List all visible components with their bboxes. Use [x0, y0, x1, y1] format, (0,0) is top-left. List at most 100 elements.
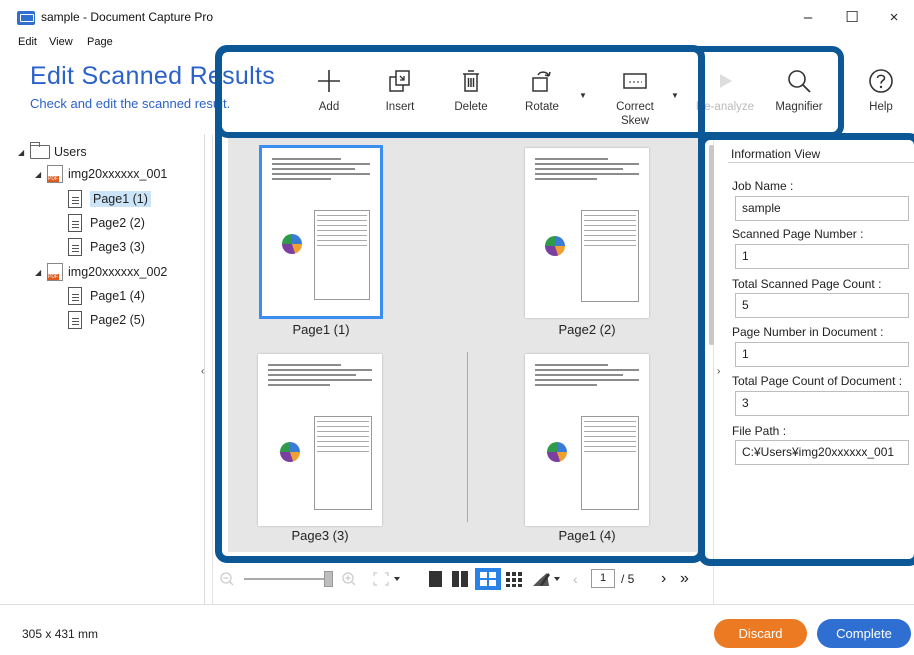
tree-page-item[interactable]: Page1 (4) — [68, 286, 145, 306]
left-splitter[interactable] — [212, 134, 213, 604]
page-number-in-document-field[interactable]: 1 — [735, 342, 909, 367]
document-tree: ◢ Users ◢ img20xxxxxx_001 Page1 (1) Page… — [0, 134, 205, 604]
total-page-count-label: Total Page Count of Document : — [732, 374, 903, 388]
help-label: Help — [869, 101, 893, 113]
tree-doc-2[interactable]: ◢ img20xxxxxx_002 — [35, 262, 167, 282]
collapse-right-icon[interactable]: › — [717, 366, 720, 377]
delete-button[interactable]: Delete — [449, 62, 493, 114]
thumbnail-scrollbar[interactable] — [709, 145, 714, 345]
page-preview — [259, 145, 383, 319]
tree-page-item[interactable]: Page2 (2) — [68, 213, 145, 233]
thumbnail-page[interactable]: Page1 (4) — [525, 354, 649, 543]
page-total-label: / 5 — [621, 572, 635, 586]
file-path-label: File Path : — [732, 424, 787, 438]
zoom-slider-handle[interactable] — [324, 571, 333, 587]
two-page-view-icon[interactable] — [451, 570, 469, 588]
discard-button[interactable]: Discard — [714, 619, 807, 648]
pdf-icon — [47, 165, 63, 183]
last-page-icon[interactable]: » — [680, 570, 689, 588]
single-page-view-icon[interactable] — [429, 571, 442, 587]
rotate-label: Rotate — [525, 101, 559, 113]
job-name-label: Job Name : — [732, 179, 794, 193]
previous-page-icon[interactable]: ‹ — [573, 570, 578, 588]
thumbnail-caption: Page2 (2) — [558, 322, 616, 337]
zoom-slider-track[interactable] — [244, 578, 324, 580]
skew-icon — [612, 62, 658, 100]
fit-page-icon[interactable] — [372, 570, 400, 588]
grid-view-icon[interactable] — [475, 568, 501, 590]
rotate-icon — [520, 62, 564, 100]
complete-button[interactable]: Complete — [817, 619, 911, 648]
magnifier-button[interactable]: Magnifier — [771, 62, 827, 114]
thumbnail-divider — [467, 352, 468, 522]
pie-chart-icon — [547, 442, 567, 462]
magnifier-icon — [771, 62, 827, 100]
plus-icon — [308, 62, 350, 100]
insert-icon — [378, 62, 422, 100]
collapse-icon[interactable]: ◢ — [35, 268, 47, 277]
collapse-icon[interactable]: ◢ — [35, 170, 47, 179]
status-divider — [0, 604, 914, 605]
maximize-button[interactable]: ☐ — [832, 4, 872, 32]
folder-icon — [30, 142, 50, 159]
thumbnail-page[interactable]: Page1 (1) — [259, 145, 383, 337]
play-icon — [694, 62, 756, 100]
scanned-page-number-field[interactable]: 1 — [735, 244, 909, 269]
page-preview — [525, 354, 649, 526]
total-page-count-field[interactable]: 3 — [735, 391, 909, 416]
window-title: sample - Document Capture Pro — [41, 10, 214, 24]
zoom-in-icon[interactable] — [341, 570, 357, 588]
trash-icon — [449, 62, 493, 100]
page-icon — [68, 214, 82, 232]
rotate-dropdown-caret[interactable]: ▼ — [579, 91, 587, 100]
menu-page[interactable]: Page — [87, 36, 113, 48]
zoom-out-icon[interactable] — [219, 570, 235, 588]
thumbnail-page[interactable]: Page3 (3) — [258, 354, 382, 543]
edit-mark-icon[interactable] — [532, 570, 568, 588]
correct-skew-button[interactable]: Correct Skew — [612, 62, 658, 128]
minimize-button[interactable]: – — [788, 4, 828, 32]
scanned-page-number-label: Scanned Page Number : — [732, 227, 864, 241]
job-name-field[interactable]: sample — [735, 196, 909, 221]
tree-page-item[interactable]: Page2 (5) — [68, 310, 145, 330]
page-title: Edit Scanned Results — [30, 62, 276, 90]
pdf-icon — [47, 263, 63, 281]
page-icon — [68, 287, 82, 305]
multi-grid-view-icon[interactable] — [505, 570, 523, 588]
next-page-icon[interactable]: › — [661, 570, 666, 588]
skew-dropdown-caret[interactable]: ▼ — [671, 91, 679, 100]
page-number-in-document-label: Page Number in Document : — [732, 325, 884, 339]
total-scanned-count-field[interactable]: 5 — [735, 293, 909, 318]
menu-edit[interactable]: Edit — [18, 36, 37, 48]
page-preview — [258, 354, 382, 526]
page-subtitle: Check and edit the scanned result. — [30, 96, 231, 111]
thumbnail-caption: Page1 (4) — [558, 528, 616, 543]
close-button[interactable]: × — [874, 4, 914, 32]
magnifier-label: Magnifier — [775, 101, 823, 113]
insert-button[interactable]: Insert — [378, 62, 422, 114]
app-icon — [17, 11, 35, 25]
page-preview — [525, 148, 649, 318]
tree-doc-1[interactable]: ◢ img20xxxxxx_001 — [35, 164, 167, 184]
file-path-field[interactable]: C:¥Users¥img20xxxxxx_001 — [735, 440, 909, 465]
collapse-left-icon[interactable]: ‹ — [201, 366, 204, 377]
pie-chart-icon — [545, 236, 565, 256]
help-icon — [862, 62, 900, 100]
reanalyze-label: Re-analyze — [695, 101, 755, 113]
tree-page-item[interactable]: Page1 (1) — [68, 189, 151, 209]
reanalyze-button[interactable]: Re-analyze — [694, 62, 756, 114]
page-icon — [68, 311, 82, 329]
page-size-status: 305 x 431 mm — [22, 627, 99, 641]
add-button[interactable]: Add — [308, 62, 350, 114]
tree-root-users[interactable]: ◢ Users — [18, 142, 87, 162]
tree-page-item[interactable]: Page3 (3) — [68, 237, 145, 257]
thumbnail-caption: Page3 (3) — [291, 528, 349, 543]
rotate-button[interactable]: Rotate — [520, 62, 564, 114]
info-view-title: Information View — [731, 147, 821, 161]
help-button[interactable]: Help — [862, 62, 900, 114]
pie-chart-icon — [280, 442, 300, 462]
thumbnail-page[interactable]: Page2 (2) — [525, 148, 649, 337]
page-number-input[interactable]: 1 — [591, 569, 615, 588]
collapse-icon[interactable]: ◢ — [18, 148, 30, 157]
menu-view[interactable]: View — [49, 36, 73, 48]
